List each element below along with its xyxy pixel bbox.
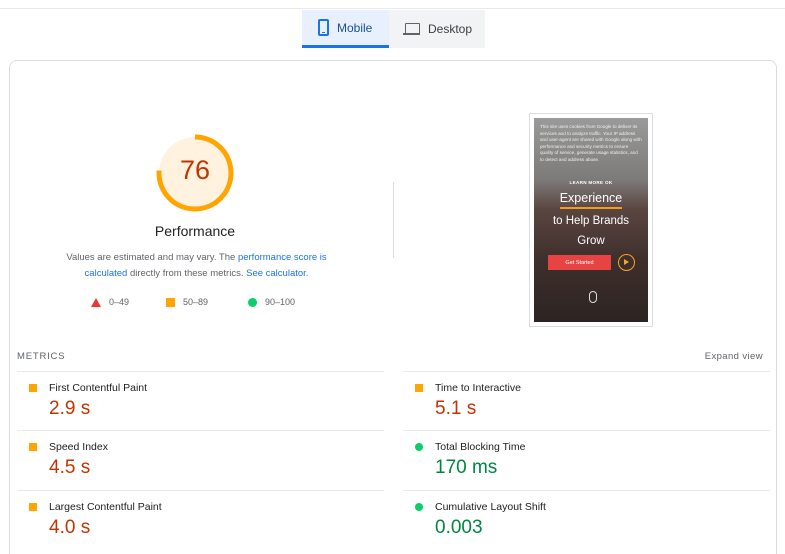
metric-value: 2.9 s	[49, 398, 91, 419]
scroll-mouse-icon	[589, 291, 597, 303]
metric-value: 4.0 s	[49, 517, 91, 538]
metric-value: 4.5 s	[49, 457, 91, 478]
metric-name: First Contentful Paint	[49, 382, 148, 394]
metric-name: Speed Index	[49, 441, 108, 453]
device-tabs: Mobile Desktop	[302, 10, 485, 50]
metric-name: Total Blocking Time	[435, 441, 526, 453]
screenshot-cta-button: Get Started	[548, 255, 611, 270]
metric-speed-index: Speed Index 4.5 s	[17, 430, 384, 490]
legend-average: 50–89	[166, 297, 208, 307]
metric-time-to-interactive: Time to Interactive 5.1 s	[403, 371, 770, 431]
metric-largest-contentful-paint: Largest Contentful Paint 4.0 s	[17, 490, 384, 550]
performance-description: Values are estimated and may vary. The p…	[44, 250, 349, 282]
metric-value: 5.1 s	[435, 398, 477, 419]
screenshot-learn-more: LEARN MORE OK	[569, 180, 613, 185]
desc-middle: directly from these metrics.	[127, 268, 247, 279]
legend-pass-label: 90–100	[265, 297, 296, 307]
screenshot-headline-2: to Help Brands Grow	[534, 211, 648, 251]
square-icon	[166, 297, 175, 307]
pass-circle-icon	[415, 503, 423, 511]
top-divider	[0, 8, 785, 9]
average-square-icon	[415, 384, 423, 392]
performance-title: Performance	[154, 223, 236, 239]
legend-pass: 90–100	[248, 297, 295, 307]
phone-icon	[318, 19, 329, 36]
screenshot-headline-1: Experience	[559, 191, 623, 205]
metric-cumulative-layout-shift: Cumulative Layout Shift 0.003	[403, 490, 770, 550]
tab-mobile-label: Mobile	[337, 20, 373, 35]
play-icon	[618, 254, 635, 271]
performance-score: 76	[179, 155, 211, 185]
tab-mobile[interactable]: Mobile	[302, 10, 389, 48]
tab-desktop[interactable]: Desktop	[389, 10, 485, 48]
laptop-icon	[403, 23, 420, 35]
desc-prefix: Values are estimated and may vary. The	[66, 252, 238, 263]
screenshot-cookie-text: This site uses cookies from Google to de…	[540, 124, 642, 162]
metric-total-blocking-time: Total Blocking Time 170 ms	[403, 430, 770, 490]
calculator-link[interactable]: See calculator.	[246, 268, 308, 279]
average-square-icon	[29, 503, 37, 511]
pass-circle-icon	[415, 443, 423, 451]
legend-fail: 0–49	[91, 297, 129, 307]
legend-average-label: 50–89	[183, 297, 209, 307]
screenshot-headline-2b: Grow	[577, 235, 605, 247]
metric-value: 0.003	[435, 517, 483, 538]
vertical-divider	[393, 182, 394, 258]
metric-first-contentful-paint: First Contentful Paint 2.9 s	[17, 371, 384, 431]
screenshot-headline-2a: to Help Brands	[552, 215, 630, 227]
average-square-icon	[29, 384, 37, 392]
screenshot-underline	[560, 207, 622, 209]
metric-value: 170 ms	[435, 457, 498, 478]
page-screenshot: This site uses cookies from Google to de…	[529, 113, 653, 327]
expand-view-button[interactable]: Expand view	[705, 351, 763, 362]
screenshot-image: This site uses cookies from Google to de…	[534, 118, 648, 322]
metric-name: Largest Contentful Paint	[49, 501, 162, 513]
circle-icon	[248, 297, 257, 307]
tab-desktop-label: Desktop	[428, 22, 473, 36]
average-square-icon	[29, 443, 37, 451]
metric-name: Cumulative Layout Shift	[435, 501, 546, 513]
metrics-heading: METRICS	[17, 351, 66, 362]
legend-fail-label: 0–49	[109, 297, 130, 307]
triangle-icon	[91, 297, 101, 307]
metric-name: Time to Interactive	[435, 382, 521, 394]
